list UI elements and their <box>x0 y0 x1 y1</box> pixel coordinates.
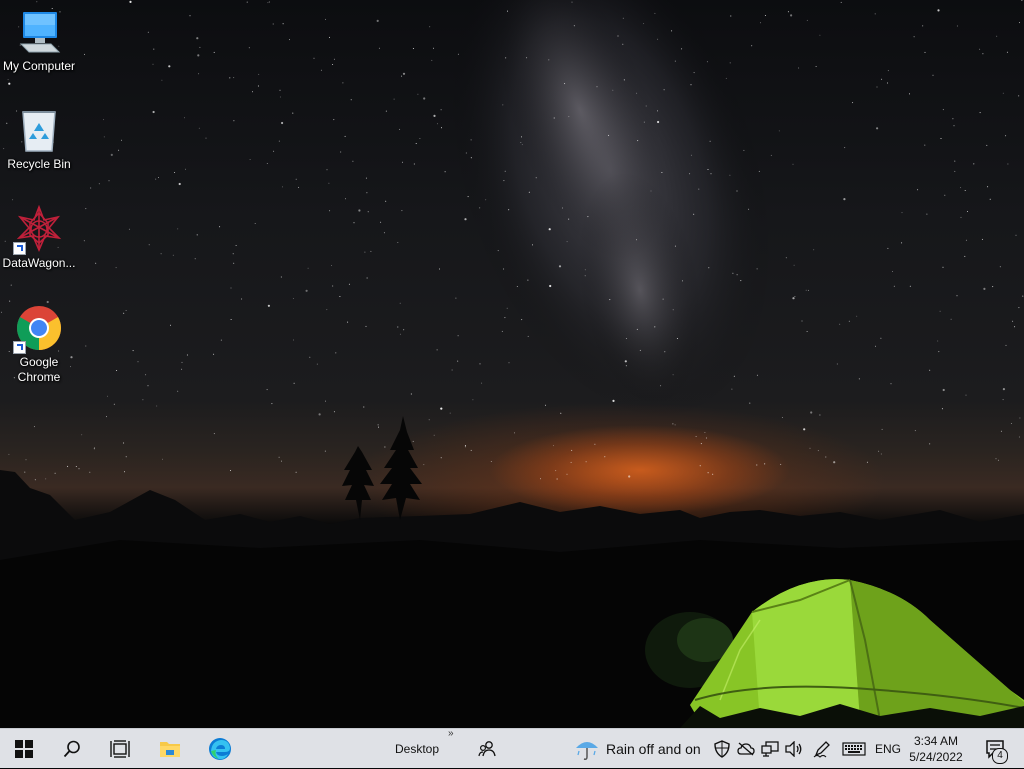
edge-button[interactable] <box>196 729 244 769</box>
taskbar: Desktop » Rain off and on ENG 3:34 AM 5/… <box>0 728 1024 768</box>
onedrive-offline-icon <box>737 742 755 756</box>
input-language-button[interactable]: ENG <box>872 729 904 769</box>
desktop-icon-google-chrome[interactable]: Google Chrome <box>0 304 78 385</box>
desktop-icon-datawagon[interactable]: DataWagon... <box>0 204 78 271</box>
notification-count-badge: 4 <box>992 748 1008 764</box>
people-icon <box>478 741 496 757</box>
volume-icon <box>785 741 802 757</box>
desktop-icon-recycle-bin[interactable]: Recycle Bin <box>0 106 78 172</box>
computer-icon <box>15 8 63 56</box>
clock-time: 3:34 AM <box>913 734 959 748</box>
file-explorer-button[interactable] <box>146 729 194 769</box>
desktop-icon-my-computer[interactable]: My Computer <box>0 8 78 74</box>
desktop-icon-label: DataWagon... <box>2 256 76 270</box>
security-tray-button[interactable] <box>711 729 733 769</box>
edge-icon <box>209 738 231 760</box>
file-explorer-icon <box>160 742 180 757</box>
search-icon <box>63 740 80 758</box>
shortcut-arrow-icon <box>13 341 26 354</box>
people-button[interactable] <box>474 729 500 769</box>
touch-keyboard-icon <box>842 742 866 756</box>
shortcut-arrow-icon <box>13 242 26 255</box>
weather-text: Rain off and on <box>606 741 701 757</box>
onedrive-tray-button[interactable] <box>735 729 757 769</box>
network-icon <box>761 741 779 757</box>
datawagon-icon <box>13 204 63 255</box>
desktop-toolbar-label: Desktop <box>394 742 440 756</box>
windows-start-icon <box>15 740 33 758</box>
touch-keyboard-tray-button[interactable] <box>840 729 868 769</box>
input-language: ENG <box>874 742 901 756</box>
clock-date: 5/24/2022 <box>909 750 963 764</box>
network-tray-button[interactable] <box>759 729 781 769</box>
desktop-icon-label: Google Chrome <box>17 355 61 384</box>
search-button[interactable] <box>48 729 96 769</box>
recycle-bin-icon <box>15 106 63 154</box>
security-shield-icon <box>714 740 730 758</box>
desktop-icon-label: Recycle Bin <box>7 157 71 171</box>
chrome-icon <box>13 304 63 354</box>
task-view-icon <box>110 740 130 758</box>
pen-tray-button[interactable] <box>811 729 833 769</box>
action-center-button[interactable]: 4 <box>978 729 1012 769</box>
task-view-button[interactable] <box>96 729 144 769</box>
desktop-icon-label: My Computer <box>2 59 76 73</box>
toolbar-chevron-icon[interactable]: » <box>448 728 454 739</box>
desktop-wallpaper <box>0 0 1024 728</box>
desktop-toolbar[interactable]: Desktop <box>384 729 450 769</box>
pen-icon <box>813 741 830 758</box>
rain-umbrella-icon <box>576 742 598 760</box>
start-button[interactable] <box>0 729 48 769</box>
clock[interactable]: 3:34 AM 5/24/2022 <box>906 733 966 765</box>
weather-widget[interactable]: Rain off and on <box>570 729 706 769</box>
landscape <box>0 416 1024 728</box>
volume-tray-button[interactable] <box>783 729 805 769</box>
